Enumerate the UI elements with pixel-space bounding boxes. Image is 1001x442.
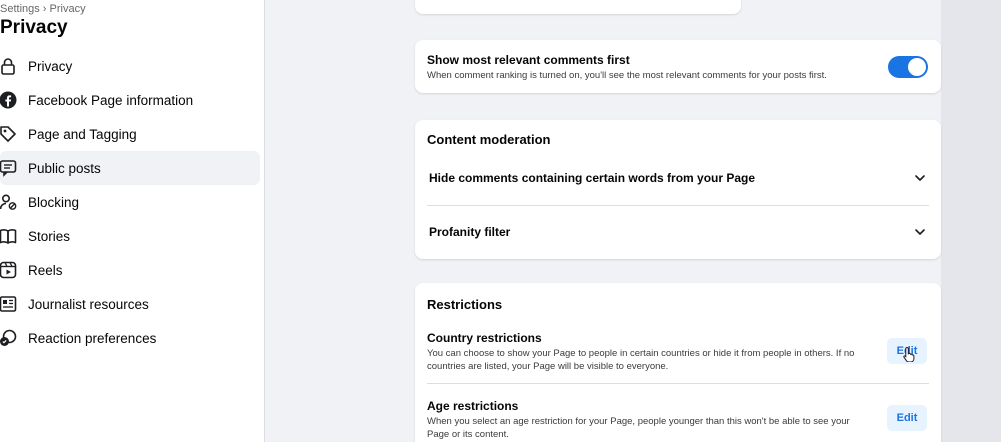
page-title: Privacy xyxy=(0,17,68,38)
facebook-icon xyxy=(0,88,20,112)
age-restrictions-edit-button[interactable]: Edit xyxy=(887,405,927,431)
blocking-icon xyxy=(0,190,20,214)
sidebar-item-reels[interactable]: Reels xyxy=(0,253,260,287)
reaction-icon xyxy=(0,326,20,350)
country-restrictions-description: You can choose to show your Page to peop… xyxy=(427,348,855,372)
divider xyxy=(427,205,929,206)
restrictions-title: Restrictions xyxy=(427,297,503,312)
sidebar-item-facebook-page-information[interactable]: Facebook Page information xyxy=(0,83,260,117)
chevron-down-icon xyxy=(913,171,927,185)
toggle-knob xyxy=(908,58,926,76)
reels-icon xyxy=(0,258,20,282)
chevron-down-icon xyxy=(913,225,927,239)
sidebar-item-public-posts[interactable]: Public posts xyxy=(0,151,260,185)
previous-setting-card xyxy=(415,0,741,14)
divider xyxy=(427,383,929,384)
breadcrumb[interactable]: Settings › Privacy xyxy=(0,3,86,15)
sidebar-item-label: Public posts xyxy=(28,160,101,176)
sidebar-item-page-and-tagging[interactable]: Page and Tagging xyxy=(0,117,260,151)
country-restrictions-title: Country restrictions xyxy=(427,331,542,345)
comment-ranking-title: Show most relevant comments first xyxy=(427,53,630,67)
sidebar-item-label: Reels xyxy=(28,262,63,278)
comment-ranking-toggle[interactable] xyxy=(888,56,928,78)
settings-main: Show most relevant comments first When c… xyxy=(266,0,1001,442)
sidebar-item-label: Stories xyxy=(28,228,71,244)
age-restrictions-title: Age restrictions xyxy=(427,399,519,413)
profanity-filter-row[interactable]: Profanity filter xyxy=(415,209,941,257)
lock-icon xyxy=(0,54,20,78)
hand-cursor-icon xyxy=(903,346,915,362)
page-edge xyxy=(941,0,1001,442)
book-icon xyxy=(0,224,20,248)
content-moderation-title: Content moderation xyxy=(427,132,551,147)
sidebar-nav: Privacy Facebook Page information Page a… xyxy=(0,49,260,355)
sidebar-item-blocking[interactable]: Blocking xyxy=(0,185,260,219)
comment-ranking-description: When comment ranking is turned on, you'l… xyxy=(427,70,827,81)
sidebar-item-label: Privacy xyxy=(28,58,73,74)
sidebar-item-label: Journalist resources xyxy=(28,296,149,312)
sidebar-item-label: Page and Tagging xyxy=(28,126,137,142)
sidebar-item-stories[interactable]: Stories xyxy=(0,219,260,253)
hide-comments-row[interactable]: Hide comments containing certain words f… xyxy=(415,155,941,203)
sidebar-item-label: Facebook Page information xyxy=(28,92,194,108)
sidebar-item-label: Blocking xyxy=(28,194,80,210)
tag-icon xyxy=(0,122,20,146)
newspaper-icon xyxy=(0,292,20,316)
sidebar-item-label: Reaction preferences xyxy=(28,330,157,346)
hide-comments-label: Hide comments containing certain words f… xyxy=(429,171,756,185)
sidebar-item-privacy[interactable]: Privacy xyxy=(0,49,260,83)
comment-ranking-card: Show most relevant comments first When c… xyxy=(415,40,941,93)
settings-sidebar: Settings › Privacy Privacy Privacy Faceb… xyxy=(0,0,265,442)
restrictions-card: Restrictions Country restrictions You ca… xyxy=(415,283,941,442)
profanity-filter-label: Profanity filter xyxy=(429,225,511,239)
public-posts-icon xyxy=(0,156,20,180)
age-restrictions-description: When you select an age restriction for y… xyxy=(427,416,850,440)
content-moderation-card: Content moderation Hide comments contain… xyxy=(415,120,941,259)
sidebar-item-reaction-preferences[interactable]: Reaction preferences xyxy=(0,321,260,355)
sidebar-item-journalist-resources[interactable]: Journalist resources xyxy=(0,287,260,321)
